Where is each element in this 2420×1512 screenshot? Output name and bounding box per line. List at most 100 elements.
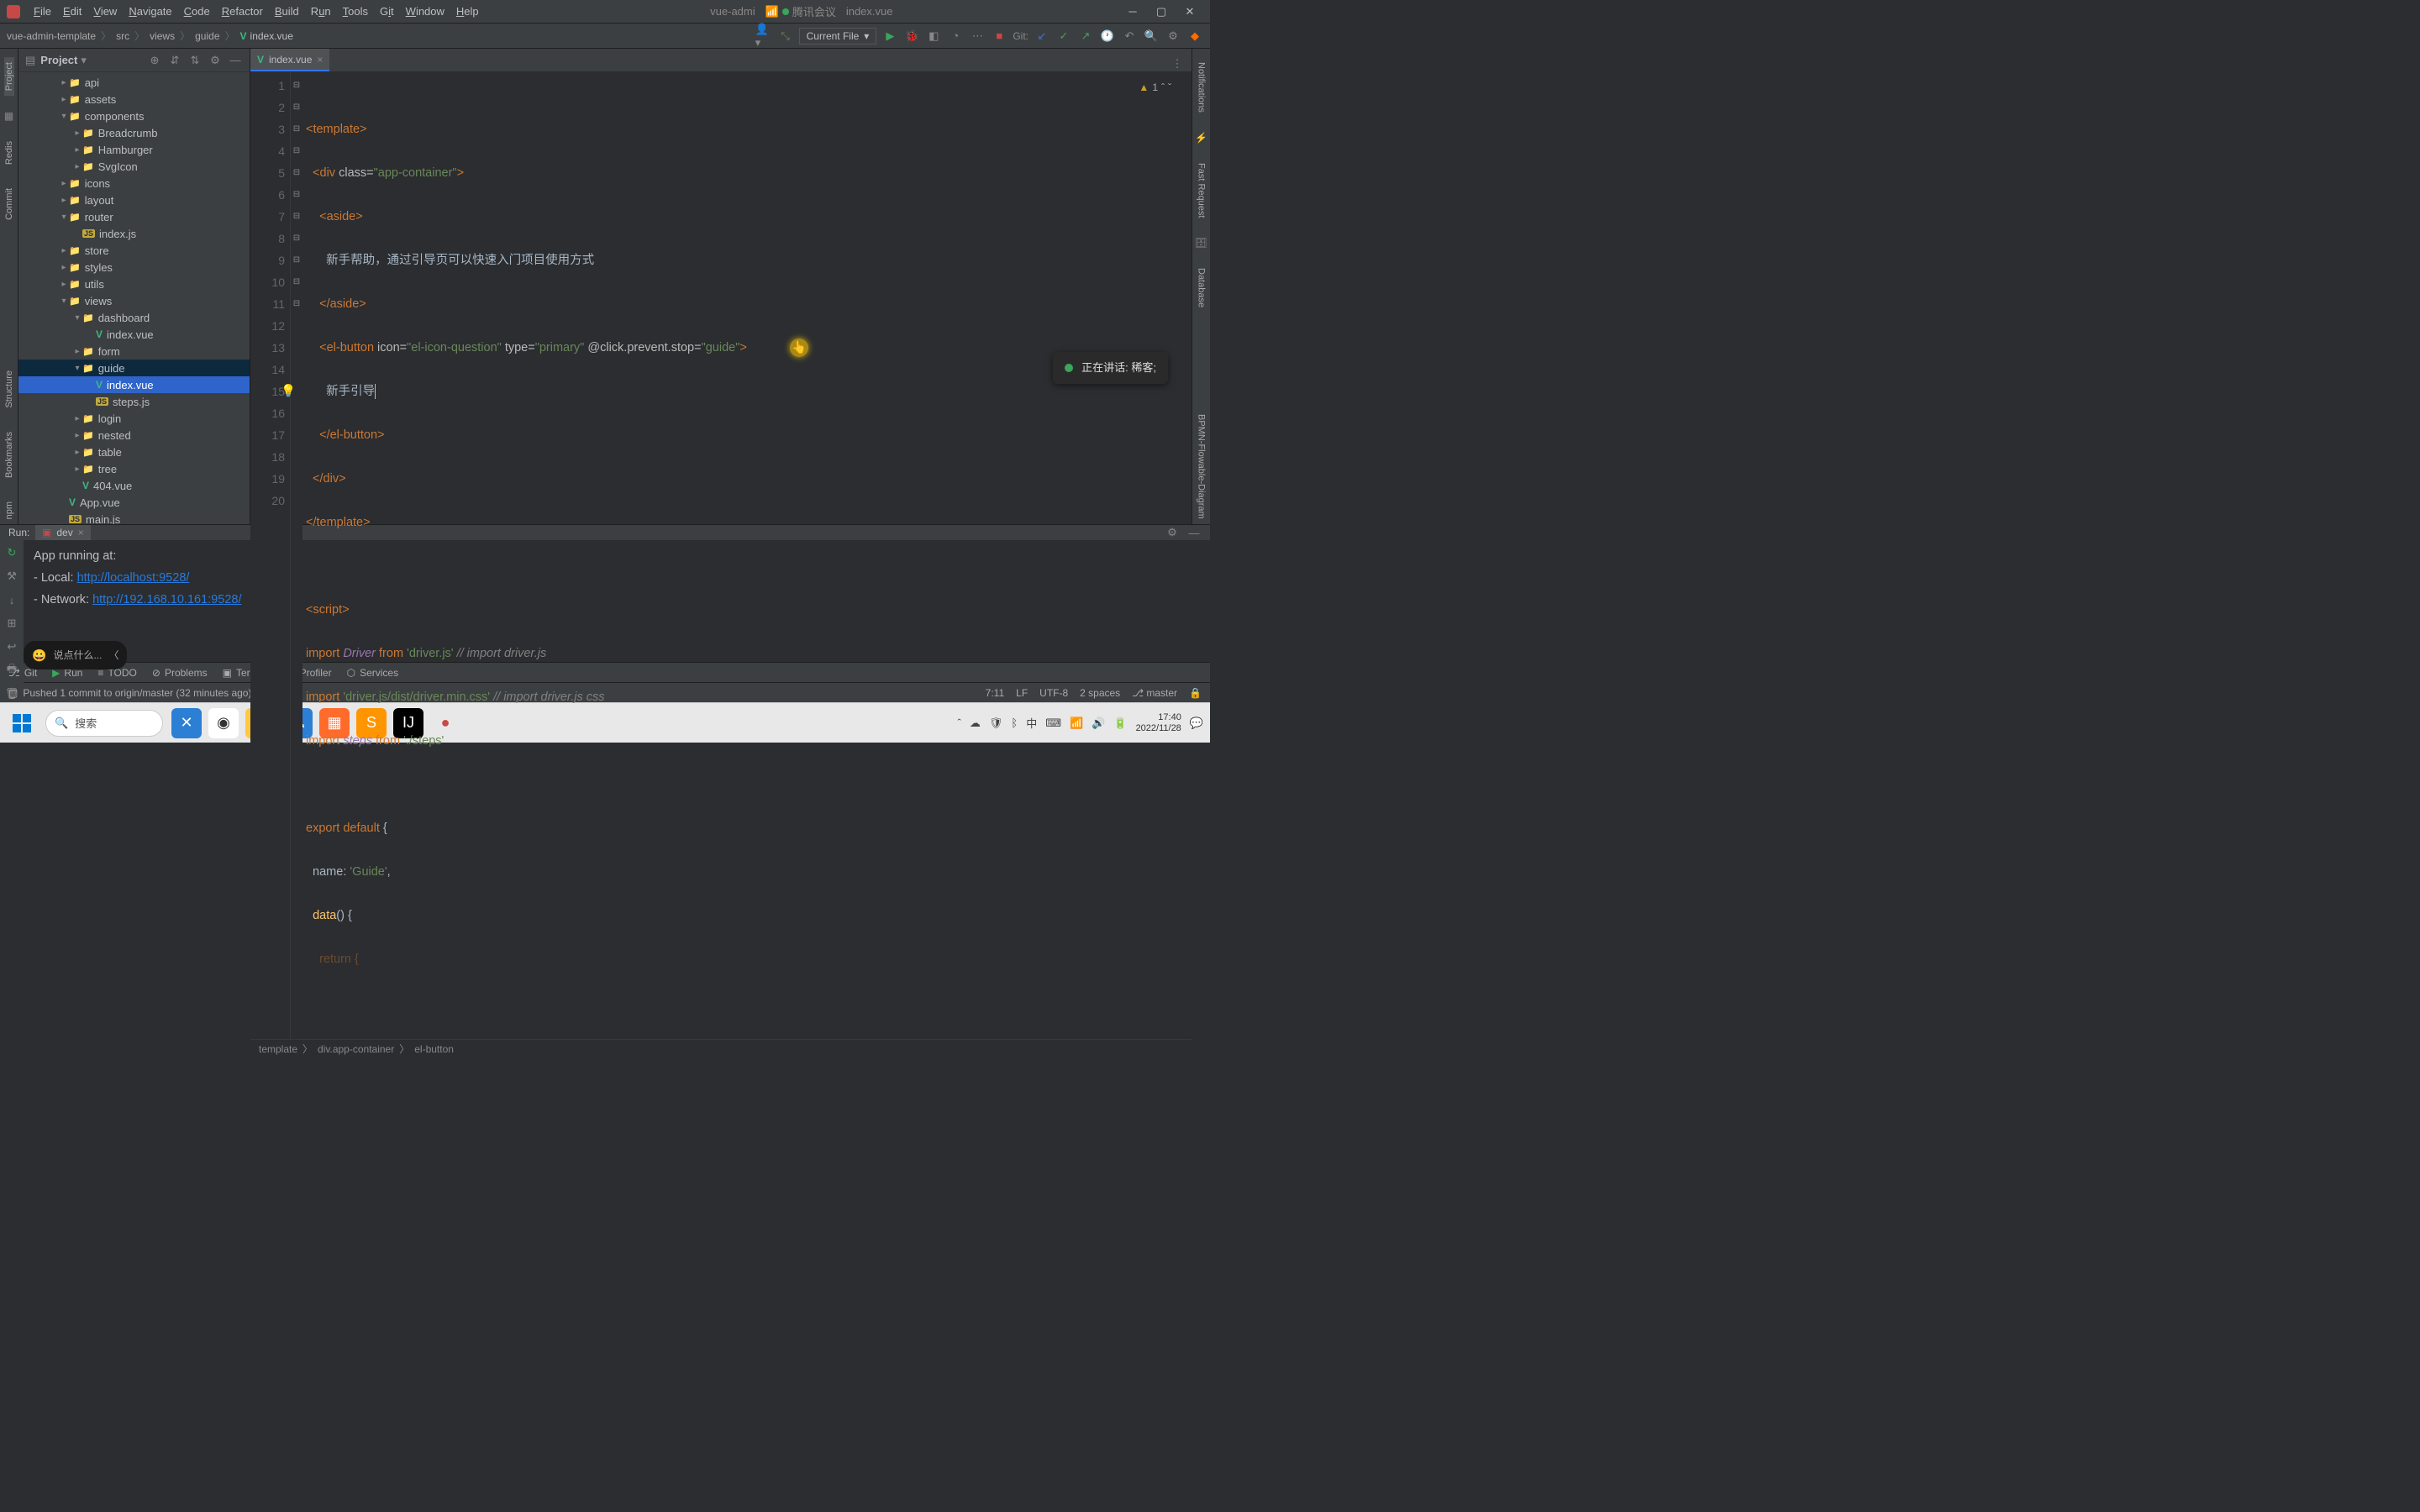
tree-row[interactable]: ▾📁guide xyxy=(18,360,250,376)
locate-icon[interactable]: ⊕ xyxy=(147,53,162,68)
editor-tab-index-vue[interactable]: V index.vue × xyxy=(250,49,329,71)
tree-row[interactable]: Vindex.vue xyxy=(18,326,250,343)
tree-row[interactable]: JSsteps.js xyxy=(18,393,250,410)
chevron-left-icon[interactable]: 〈 xyxy=(108,644,118,666)
menu-file[interactable]: File xyxy=(29,3,56,19)
tree-row[interactable]: ▸📁Breadcrumb xyxy=(18,124,250,141)
voice-input-pill[interactable]: 😀 说点什么... 〈 xyxy=(24,641,127,669)
menu-build[interactable]: Build xyxy=(270,3,304,19)
local-url-link[interactable]: http://localhost:9528/ xyxy=(77,571,190,585)
stop-icon[interactable]: ■ xyxy=(991,28,1007,45)
project-tree[interactable]: ▸📁api▸📁assets▾📁components▸📁Breadcrumb▸📁H… xyxy=(18,72,250,524)
menu-code[interactable]: Code xyxy=(179,3,215,19)
bc-guide[interactable]: guide xyxy=(195,30,219,42)
menu-window[interactable]: Window xyxy=(401,3,450,19)
tree-row[interactable]: ▸📁api xyxy=(18,74,250,91)
close-button[interactable]: ✕ xyxy=(1176,3,1203,20)
tb-vscode[interactable]: ✕ xyxy=(171,708,202,738)
menu-refactor[interactable]: Refactor xyxy=(217,3,268,19)
intention-bulb-icon[interactable]: 💡 xyxy=(281,381,296,402)
tree-row[interactable]: ▸📁store xyxy=(18,242,250,259)
menu-view[interactable]: View xyxy=(88,3,122,19)
tray-notifications-icon[interactable]: 💬 xyxy=(1190,717,1203,730)
tree-row[interactable]: Vindex.vue xyxy=(18,376,250,393)
tree-row[interactable]: ▸📁layout xyxy=(18,192,250,208)
stripe-redis-icon[interactable]: ▦ xyxy=(3,109,16,123)
tree-row[interactable]: ▸📁styles xyxy=(18,259,250,276)
git-push-icon[interactable]: ↗ xyxy=(1077,28,1094,45)
tree-row[interactable]: V404.vue xyxy=(18,477,250,494)
add-user-icon[interactable]: 👤▾ xyxy=(755,28,772,45)
wrap-icon[interactable]: ↩ xyxy=(4,639,19,654)
stripe-structure[interactable]: Structure xyxy=(4,365,14,413)
tree-row[interactable]: ▸📁SvgIcon xyxy=(18,158,250,175)
tree-row[interactable]: JSindex.js xyxy=(18,225,250,242)
expand-all-icon[interactable]: ⇵ xyxy=(167,53,182,68)
bc-views[interactable]: views xyxy=(150,30,175,42)
taskbar-search[interactable]: 🔍 搜索 xyxy=(45,710,163,737)
stripe-fast-request[interactable]: Fast Request xyxy=(1197,158,1207,223)
run-play-icon[interactable]: ▶ xyxy=(881,28,898,45)
profile-icon[interactable]: ◔ xyxy=(947,28,964,45)
tab-more-icon[interactable]: ⋮ xyxy=(1170,56,1185,71)
debug-icon[interactable]: 🐞 xyxy=(903,28,920,45)
settings-gear-icon[interactable]: ⚙ xyxy=(1165,28,1181,45)
stripe-notifications[interactable]: Notifications xyxy=(1197,57,1207,118)
menu-edit[interactable]: Edit xyxy=(58,3,87,19)
start-button[interactable] xyxy=(7,708,37,738)
rerun-icon[interactable]: ↻ xyxy=(4,545,19,560)
sidebar-settings-icon[interactable]: ⚙ xyxy=(208,53,223,68)
git-update-icon[interactable]: ↙ xyxy=(1034,28,1050,45)
menu-navigate[interactable]: Navigate xyxy=(124,3,176,19)
stripe-commit[interactable]: Commit xyxy=(4,183,14,225)
tree-row[interactable]: ▸📁utils xyxy=(18,276,250,292)
tree-row[interactable]: ▾📁router xyxy=(18,208,250,225)
tree-row[interactable]: ▸📁assets xyxy=(18,91,250,108)
tree-row[interactable]: ▸📁table xyxy=(18,444,250,460)
run-console[interactable]: App running at: - Local: http://localhos… xyxy=(24,540,1210,701)
run-config-dropdown[interactable]: Current File▾ xyxy=(799,28,877,45)
search-icon[interactable]: 🔍 xyxy=(1143,28,1160,45)
tree-row[interactable]: ▸📁nested xyxy=(18,427,250,444)
tree-row[interactable]: ▾📁views xyxy=(18,292,250,309)
sidebar-title[interactable]: Project xyxy=(40,54,77,66)
stop-run-icon[interactable]: ⚒ xyxy=(4,569,19,584)
run-tab-close-icon[interactable]: × xyxy=(78,527,84,538)
tree-row[interactable]: ▸📁login xyxy=(18,410,250,427)
stripe-project[interactable]: Project xyxy=(4,57,14,96)
tree-row[interactable]: ▸📁tree xyxy=(18,460,250,477)
tb-chrome[interactable]: ◉ xyxy=(208,708,239,738)
menu-tools[interactable]: Tools xyxy=(338,3,373,19)
menu-run[interactable]: Run xyxy=(306,3,336,19)
git-rollback-icon[interactable]: ↶ xyxy=(1121,28,1138,45)
tree-row[interactable]: ▸📁icons xyxy=(18,175,250,192)
stripe-npm[interactable]: npm xyxy=(4,496,14,524)
tencent-meeting-badge[interactable]: 📶 腾讯会议 xyxy=(765,3,836,19)
stripe-database[interactable]: Database xyxy=(1197,263,1207,312)
bc-project[interactable]: vue-admin-template xyxy=(7,30,96,42)
menu-git[interactable]: Git xyxy=(375,3,399,19)
down-icon[interactable]: ↓ xyxy=(4,592,19,607)
bc-current-file[interactable]: Vindex.vue xyxy=(240,30,293,42)
bc-src[interactable]: src xyxy=(116,30,129,42)
tree-row[interactable]: ▾📁dashboard xyxy=(18,309,250,326)
stripe-database-icon[interactable]: 🗄 xyxy=(1195,236,1208,249)
inspection-badge[interactable]: ▲1ˆˇ xyxy=(1139,76,1171,98)
sidebar-dropdown-icon[interactable]: ▾ xyxy=(81,54,87,67)
collapse-all-icon[interactable]: ⇅ xyxy=(187,53,203,68)
hide-sidebar-icon[interactable]: — xyxy=(228,53,243,68)
coverage-icon[interactable]: ◧ xyxy=(925,28,942,45)
run-tab-dev[interactable]: ▣ dev × xyxy=(35,525,91,540)
network-url-link[interactable]: http://192.168.10.161:9528/ xyxy=(92,593,241,606)
git-commit-icon[interactable]: ✓ xyxy=(1055,28,1072,45)
maximize-button[interactable]: ▢ xyxy=(1148,3,1175,20)
tree-row[interactable]: JSmain.js xyxy=(18,511,250,524)
stripe-fast-request-icon[interactable]: ⚡ xyxy=(1195,131,1208,144)
tab-close-icon[interactable]: × xyxy=(317,54,323,66)
tree-row[interactable]: ▸📁form xyxy=(18,343,250,360)
stripe-redis[interactable]: Redis xyxy=(4,136,14,170)
stripe-bookmarks[interactable]: Bookmarks xyxy=(4,427,14,483)
stripe-bpmn[interactable]: BPMN-Flowable-Diagram xyxy=(1197,409,1207,524)
menu-help[interactable]: Help xyxy=(451,3,484,19)
code-breadcrumb[interactable]: template〉 div.app-container〉 el-button xyxy=(250,1039,1192,1058)
